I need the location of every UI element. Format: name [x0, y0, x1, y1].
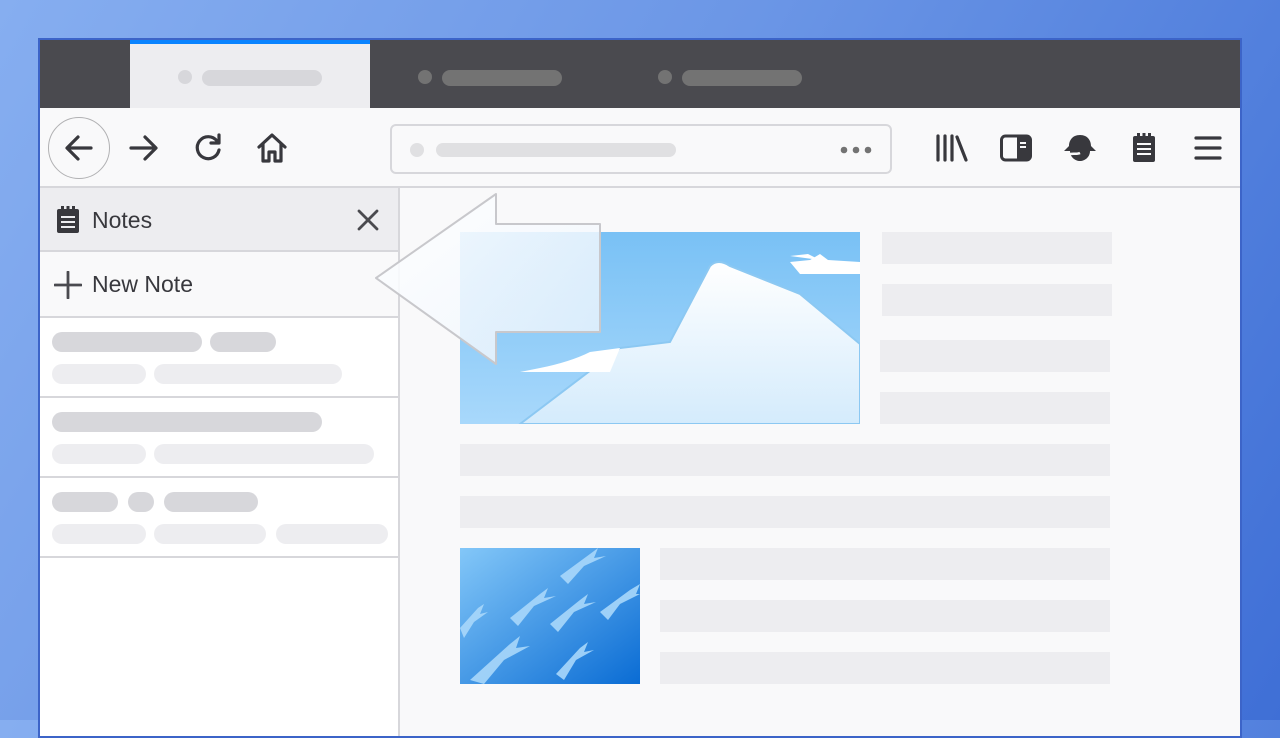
- library-icon: [936, 134, 968, 162]
- tab-inactive[interactable]: [650, 40, 870, 108]
- text-line-placeholder: [660, 652, 1110, 684]
- tab-title-placeholder: [682, 70, 802, 86]
- hamburger-menu-icon: [1194, 136, 1222, 160]
- notes-icon: [1133, 133, 1155, 162]
- note-preview-placeholder: [52, 524, 146, 544]
- nav-toolbar: [40, 108, 1240, 188]
- url-text-placeholder: [436, 143, 676, 157]
- notes-sidebar: Notes New Note: [40, 188, 400, 736]
- home-icon: [257, 133, 287, 163]
- reload-icon: [195, 133, 221, 161]
- note-preview-placeholder: [52, 364, 146, 384]
- page-actions-icon[interactable]: [838, 138, 874, 162]
- plus-icon: [54, 271, 82, 299]
- note-item[interactable]: [40, 478, 398, 558]
- note-preview-placeholder: [154, 444, 374, 464]
- text-line-placeholder: [460, 496, 1110, 528]
- tab-strip: [40, 40, 1240, 108]
- forward-button[interactable]: [112, 116, 176, 180]
- note-preview-placeholder: [276, 524, 388, 544]
- note-title-placeholder: [210, 332, 276, 352]
- note-item[interactable]: [40, 318, 398, 398]
- notes-toolbar-button[interactable]: [1124, 130, 1164, 166]
- reload-button[interactable]: [176, 116, 240, 180]
- fish-school-image: [460, 548, 640, 684]
- text-line-placeholder: [882, 284, 1112, 316]
- text-line-placeholder: [660, 600, 1110, 632]
- new-note-button[interactable]: New Note: [40, 252, 398, 318]
- tab-favicon: [418, 70, 432, 84]
- tab-favicon: [178, 70, 192, 84]
- account-icon: [1064, 135, 1096, 161]
- text-line-placeholder: [882, 232, 1112, 264]
- note-item[interactable]: [40, 398, 398, 478]
- browser-window: Notes New Note: [38, 38, 1242, 738]
- tab-title-placeholder: [202, 70, 322, 86]
- slide-in-arrow-icon: [375, 193, 601, 365]
- sidebar-toggle-icon: [1000, 134, 1032, 162]
- tab-title-placeholder: [442, 70, 562, 86]
- note-title-placeholder: [164, 492, 258, 512]
- text-line-placeholder: [460, 444, 1110, 476]
- tab-inactive[interactable]: [410, 40, 630, 108]
- back-button[interactable]: [48, 117, 110, 179]
- note-preview-placeholder: [154, 364, 342, 384]
- tab-active[interactable]: [130, 40, 370, 108]
- sidebar-toggle-button[interactable]: [996, 130, 1036, 166]
- note-title-placeholder: [52, 332, 202, 352]
- menu-button[interactable]: [1188, 130, 1228, 166]
- note-preview-placeholder: [154, 524, 266, 544]
- url-bar[interactable]: [390, 124, 892, 174]
- back-arrow-icon: [65, 135, 93, 161]
- text-line-placeholder: [880, 340, 1110, 372]
- site-identity-placeholder: [410, 143, 424, 157]
- note-preview-placeholder: [52, 444, 146, 464]
- text-line-placeholder: [880, 392, 1110, 424]
- library-button[interactable]: [932, 130, 972, 166]
- account-button[interactable]: [1060, 130, 1100, 166]
- new-note-label: New Note: [92, 271, 193, 297]
- note-title-placeholder: [52, 492, 118, 512]
- sidebar-header: Notes: [40, 188, 398, 252]
- tab-favicon: [658, 70, 672, 84]
- note-title-placeholder: [52, 412, 322, 432]
- note-title-placeholder: [128, 492, 154, 512]
- notes-icon: [57, 206, 79, 233]
- sidebar-title: Notes: [92, 207, 153, 233]
- home-button[interactable]: [240, 116, 304, 180]
- text-line-placeholder: [660, 548, 1110, 580]
- forward-arrow-icon: [129, 135, 158, 161]
